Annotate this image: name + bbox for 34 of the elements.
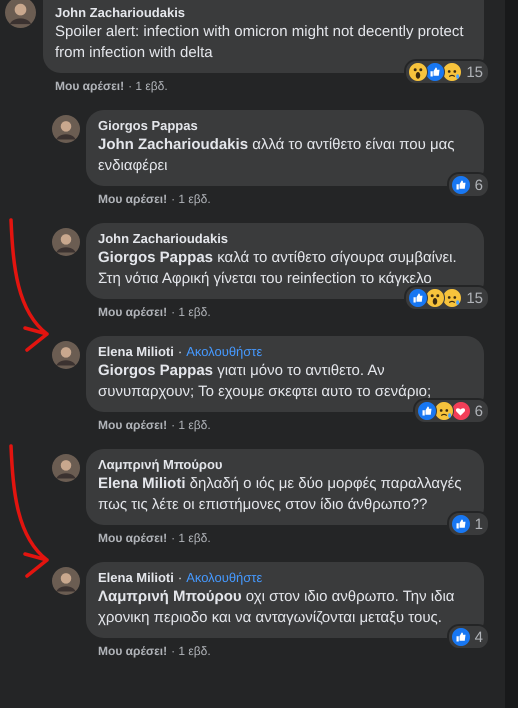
avatar[interactable] (52, 341, 80, 369)
comment-time[interactable]: · 1 εβδ. (171, 418, 211, 432)
comment-time[interactable]: · 1 εβδ. (171, 305, 211, 319)
author-name[interactable]: Λαμπρινή Μπούρου (98, 457, 222, 472)
avatar[interactable] (52, 115, 80, 143)
comment-time[interactable]: · 1 εβδ. (171, 644, 211, 658)
like-link[interactable]: Μου αρέσει! (98, 531, 168, 545)
author-name[interactable]: John Zacharioudakis (55, 5, 186, 20)
like-link[interactable]: Μου αρέσει! (55, 79, 124, 93)
author-name[interactable]: John Zacharioudakis (98, 231, 228, 246)
separator-dot: · (178, 570, 182, 585)
like-link[interactable]: Μου αρέσει! (98, 418, 168, 432)
like-link[interactable]: Μου αρέσει! (98, 305, 168, 319)
follow-link[interactable]: Ακολουθήστε (186, 570, 262, 585)
like-link[interactable]: Μου αρέσει! (98, 192, 168, 206)
reaction-summary[interactable]: 1 (446, 511, 490, 537)
avatar[interactable] (52, 567, 80, 595)
comment-time[interactable]: · 1 εβδ. (171, 192, 211, 206)
comment-time[interactable]: · 1 εβδ. (171, 531, 211, 545)
follow-link[interactable]: Ακολουθήστε (186, 344, 262, 359)
avatar[interactable] (52, 454, 80, 482)
author-name[interactable]: Elena Milioti (98, 344, 174, 359)
like-link[interactable]: Μου αρέσει! (98, 644, 168, 658)
reaction-summary[interactable]: 6 (412, 398, 490, 424)
author-name[interactable]: Giorgos Pappas (98, 118, 198, 133)
reaction-summary[interactable]: 4 (446, 624, 490, 650)
author-name[interactable]: Elena Milioti (98, 570, 174, 585)
reaction-summary[interactable]: 6 (446, 172, 490, 198)
separator-dot: · (178, 344, 182, 359)
avatar[interactable] (5, 0, 36, 28)
reaction-summary[interactable]: 15 (404, 59, 490, 85)
reaction-summary[interactable]: 15 (404, 285, 490, 311)
comment-time[interactable]: · 1 εβδ. (128, 79, 168, 93)
avatar[interactable] (52, 228, 80, 256)
